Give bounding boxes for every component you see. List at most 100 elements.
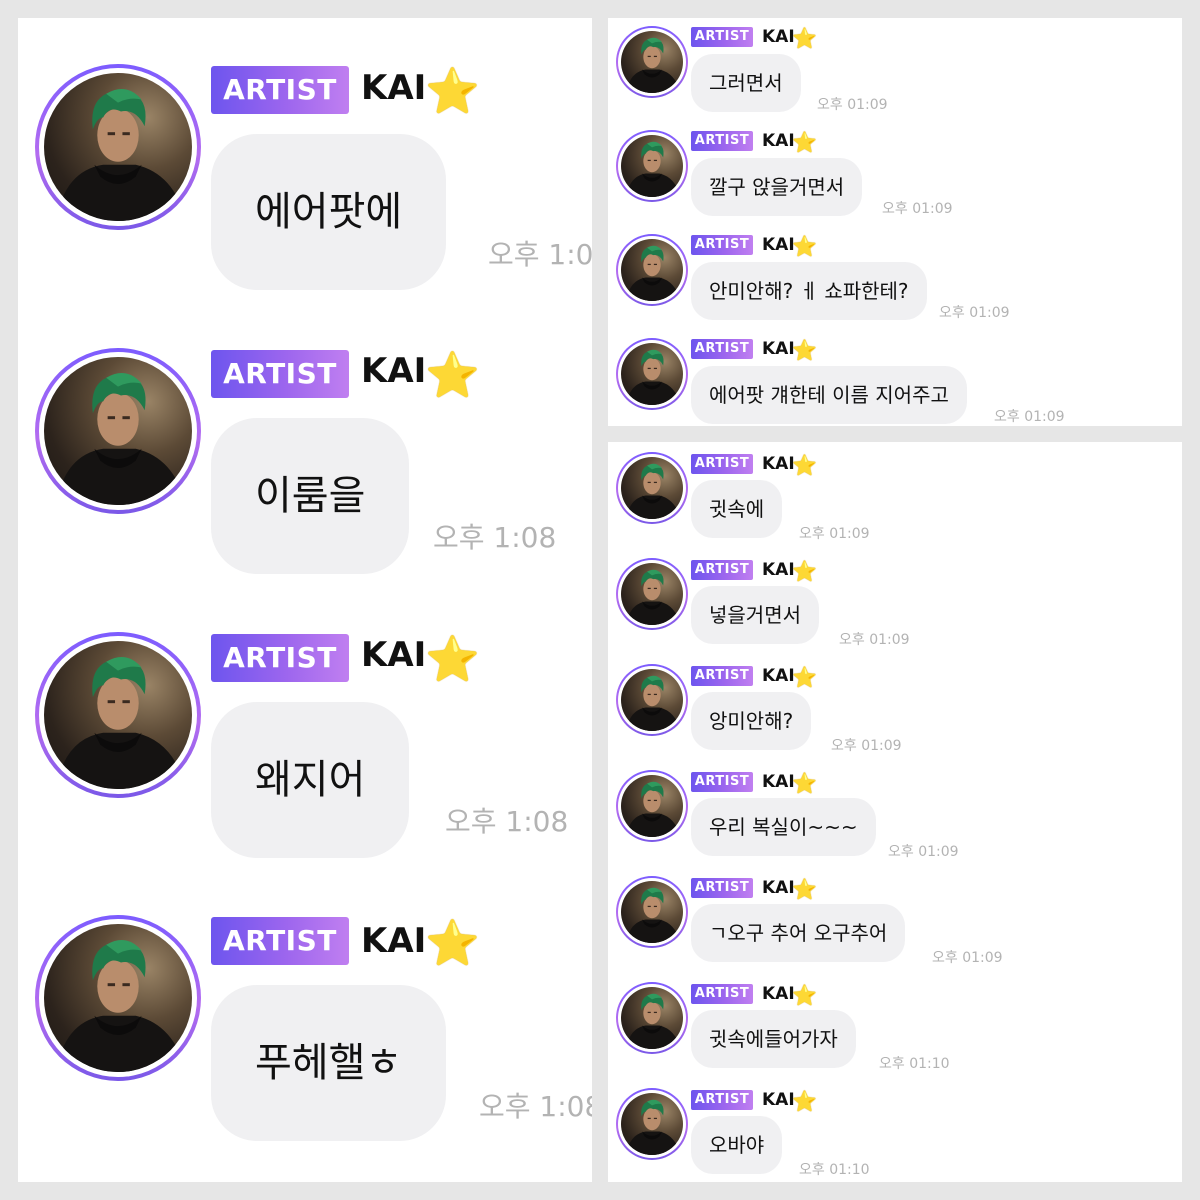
message-time: 오후 01:10 (799, 1162, 870, 1178)
star-icon: ⭐ (792, 877, 817, 901)
chat-message: ARTIST KAI ⭐ 귓속에들어가자 오후 01:10 (608, 972, 1182, 1078)
message-time: 오후 01:09 (932, 950, 1003, 966)
message-bubble[interactable]: 에어팟에 (211, 134, 447, 290)
sender-name: KAI (762, 878, 795, 898)
profile-photo (621, 775, 683, 837)
avatar[interactable] (616, 558, 688, 630)
avatar[interactable] (616, 982, 688, 1054)
message-bubble[interactable]: 그러면서 (691, 54, 801, 112)
artist-badge: ARTIST (691, 666, 753, 686)
message-bubble[interactable]: 안미안해? ㅔ 쇼파한테? (691, 262, 927, 320)
message-bubble[interactable]: 깔구 앉을거면서 (691, 158, 863, 216)
sender-name: KAI (762, 984, 795, 1004)
sender-name: KAI (762, 454, 795, 474)
artist-badge: ARTIST (211, 917, 349, 965)
sender-name: KAI (762, 1090, 795, 1110)
avatar[interactable] (616, 338, 688, 410)
message-bubble[interactable]: 귓속에 (691, 480, 783, 538)
chat-message: ARTIST KAI ⭐ 우리 복실이~~~ 오후 01:09 (608, 760, 1182, 866)
message-bubble[interactable]: 우리 복실이~~~ (691, 798, 876, 856)
message-time: 오후 01:09 (817, 97, 888, 113)
message-time: 오후 1:08 (479, 1090, 592, 1123)
sender-name: KAI (361, 68, 427, 108)
message-bubble[interactable]: 오바야 (691, 1116, 783, 1174)
profile-photo (621, 669, 683, 731)
message-time: 오후 01:10 (879, 1056, 950, 1072)
message-bubble[interactable]: 에어팟 걔한테 이름 지어주고 (691, 366, 967, 424)
chat-message: ARTIST KAI ⭐ 깔구 앉을거면서 오후 01:09 (608, 122, 1182, 226)
profile-photo (621, 239, 683, 301)
sender-name: KAI (762, 27, 795, 47)
artist-badge: ARTIST (211, 634, 349, 682)
sender-name: KAI (762, 560, 795, 580)
sender-name: KAI (762, 772, 795, 792)
chat-message: ARTIST KAI ⭐ 오바야 오후 01:10 (608, 1078, 1182, 1182)
message-time: 오후 01:09 (839, 632, 910, 648)
profile-photo (44, 641, 192, 789)
profile-photo (621, 881, 683, 943)
avatar[interactable] (35, 64, 201, 230)
avatar[interactable] (35, 348, 201, 514)
avatar[interactable] (35, 915, 201, 1081)
chat-message: ARTIST KAI ⭐ 에어팟에 오후 1:08 (18, 18, 592, 301)
profile-photo (44, 357, 192, 505)
avatar[interactable] (35, 632, 201, 798)
star-icon: ⭐ (792, 130, 817, 154)
chat-message: ARTIST KAI ⭐ 앙미안해? 오후 01:09 (608, 654, 1182, 760)
message-time: 오후 01:09 (994, 409, 1065, 425)
chat-panel-right-top: ARTIST KAI ⭐ 그러면서 오후 01:09 ARTIST KAI ⭐ … (608, 18, 1182, 426)
profile-photo (44, 924, 192, 1072)
artist-badge: ARTIST (691, 878, 753, 898)
star-icon: ⭐ (792, 559, 817, 583)
sender-name: KAI (361, 635, 427, 675)
sender-name: KAI (762, 666, 795, 686)
message-time: 오후 01:09 (888, 844, 959, 860)
artist-badge: ARTIST (691, 235, 753, 255)
avatar[interactable] (616, 770, 688, 842)
artist-badge: ARTIST (691, 27, 753, 47)
sender-name: KAI (762, 131, 795, 151)
sender-name: KAI (361, 351, 427, 391)
star-icon: ⭐ (425, 918, 480, 969)
avatar[interactable] (616, 452, 688, 524)
message-bubble[interactable]: 왜지어 (211, 702, 410, 858)
chat-message: ARTIST KAI ⭐ ㄱ오구 추어 오구추어 오후 01:09 (608, 866, 1182, 972)
message-bubble[interactable]: 귓속에들어가자 (691, 1010, 856, 1068)
chat-message: ARTIST KAI ⭐ 그러면서 오후 01:09 (608, 18, 1182, 122)
chat-message: ARTIST KAI ⭐ 넣을거면서 오후 01:09 (608, 548, 1182, 654)
star-icon: ⭐ (425, 66, 480, 117)
sender-name: KAI (762, 235, 795, 255)
message-bubble[interactable]: ㄱ오구 추어 오구추어 (691, 904, 906, 962)
avatar[interactable] (616, 234, 688, 306)
message-time: 오후 1:08 (445, 805, 569, 838)
artist-badge: ARTIST (691, 772, 753, 792)
message-time: 오후 1:08 (488, 238, 592, 271)
message-bubble[interactable]: 앙미안해? (691, 692, 812, 750)
message-bubble[interactable]: 푸헤핼ㅎ (211, 985, 447, 1141)
artist-badge: ARTIST (691, 131, 753, 151)
star-icon: ⭐ (792, 26, 817, 50)
avatar[interactable] (616, 130, 688, 202)
message-bubble[interactable]: 넣을거면서 (691, 586, 819, 644)
profile-photo (44, 73, 192, 221)
message-time: 오후 1:08 (433, 521, 557, 554)
avatar[interactable] (616, 26, 688, 98)
avatar[interactable] (616, 876, 688, 948)
profile-photo (621, 987, 683, 1049)
avatar[interactable] (616, 664, 688, 736)
avatar[interactable] (616, 1088, 688, 1160)
artist-badge: ARTIST (211, 66, 349, 114)
chat-panel-right-bottom: ARTIST KAI ⭐ 귓속에 오후 01:09 ARTIST KAI ⭐ 넣… (608, 442, 1182, 1182)
message-time: 오후 01:09 (939, 305, 1010, 321)
chat-panel-left: ARTIST KAI ⭐ 에어팟에 오후 1:08 ARTIST KAI ⭐ 이… (18, 18, 592, 1182)
chat-message: ARTIST KAI ⭐ 에어팟 걔한테 이름 지어주고 오후 01:09 (608, 330, 1182, 426)
message-time: 오후 01:09 (882, 201, 953, 217)
star-icon: ⭐ (792, 338, 817, 362)
artist-badge: ARTIST (691, 984, 753, 1004)
artist-badge: ARTIST (691, 339, 753, 359)
chat-message: ARTIST KAI ⭐ 왜지어 오후 1:08 (18, 584, 592, 867)
message-time: 오후 01:09 (831, 738, 902, 754)
message-time: 오후 01:09 (799, 526, 870, 542)
message-bubble[interactable]: 이룸을 (211, 418, 410, 574)
artist-badge: ARTIST (211, 350, 349, 398)
